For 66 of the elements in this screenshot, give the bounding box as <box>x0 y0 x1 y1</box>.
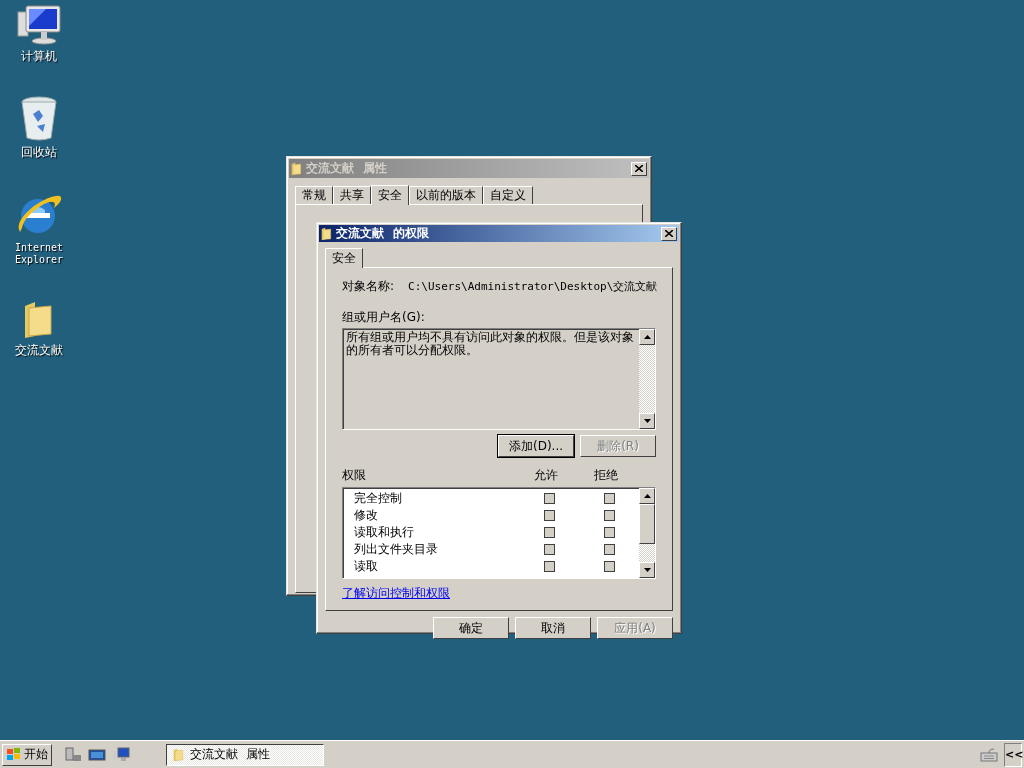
scroll-down-button[interactable] <box>639 562 655 578</box>
start-button[interactable]: 开始 <box>2 743 52 766</box>
window-title: 交流文献 的权限 <box>336 225 430 242</box>
tab[interactable]: 共享 <box>333 186 371 204</box>
desktop-icon-label[interactable]: 回收站 <box>7 146 71 158</box>
desktop-icon-label[interactable]: Internet Explorer <box>7 242 71 266</box>
tab[interactable]: 自定义 <box>483 186 533 204</box>
deny-checkbox[interactable] <box>603 527 615 538</box>
monitor-icon[interactable] <box>88 746 106 763</box>
dialog-button[interactable]: 确定 <box>433 617 509 639</box>
down-arrow-icon <box>643 419 651 423</box>
tab[interactable]: 常规 <box>295 186 333 204</box>
allow-checkbox[interactable] <box>543 527 555 538</box>
permission-name: 列出文件夹目录 <box>354 541 439 558</box>
desktop-icon-label[interactable]: 计算机 <box>7 50 71 62</box>
object-name-label: 对象名称: <box>342 278 395 295</box>
scrollbar[interactable] <box>639 329 655 429</box>
scrollbar[interactable] <box>639 488 655 578</box>
allow-checkbox[interactable] <box>543 510 555 521</box>
taskbar-button[interactable]: 交流文献 属性 <box>166 743 324 766</box>
close-button[interactable] <box>661 226 677 241</box>
window-title: 交流文献 属性 <box>306 160 388 177</box>
permission-name: 完全控制 <box>354 490 403 507</box>
permission-name: 读取和执行 <box>354 524 415 541</box>
folder-icon <box>23 300 55 340</box>
computer-icon[interactable] <box>112 746 130 763</box>
tray-toggle-button[interactable]: << <box>1004 742 1022 767</box>
group-label: 组或用户名(G): <box>342 309 426 326</box>
deny-checkbox[interactable] <box>603 561 615 572</box>
close-button[interactable] <box>631 161 647 176</box>
tab[interactable]: 安全 <box>371 185 409 205</box>
group-button[interactable]: 添加(D)... <box>498 435 574 457</box>
folder-icon <box>173 747 185 762</box>
computer-icon <box>16 4 62 46</box>
scroll-down-button[interactable] <box>639 413 655 429</box>
up-arrow-icon <box>643 494 651 498</box>
close-icon <box>635 165 643 172</box>
tab[interactable]: 以前的版本 <box>409 186 483 204</box>
dialog-button[interactable]: 取消 <box>515 617 591 639</box>
recycle-bin-icon <box>19 96 59 142</box>
deny-checkbox[interactable] <box>603 510 615 521</box>
scroll-thumb[interactable] <box>639 504 655 544</box>
folder-icon <box>321 226 333 241</box>
deny-checkbox[interactable] <box>603 544 615 555</box>
down-arrow-icon <box>643 568 651 572</box>
column-header: 拒绝 <box>594 467 618 484</box>
tab[interactable]: 安全 <box>325 248 363 268</box>
scroll-up-button[interactable] <box>639 329 655 345</box>
column-header: 允许 <box>534 467 558 484</box>
permission-name: 修改 <box>354 507 379 524</box>
deny-checkbox[interactable] <box>603 493 615 504</box>
close-icon <box>665 230 673 237</box>
object-path: C:\Users\Administrator\Desktop\交流文献 <box>408 279 658 294</box>
scroll-up-button[interactable] <box>639 488 655 504</box>
desktop-icon-label[interactable]: 交流文献 <box>7 344 71 356</box>
folder-icon <box>291 161 303 176</box>
permission-name: 读取 <box>354 558 379 575</box>
windows-logo-icon <box>6 747 22 762</box>
group-message: 所有组或用户均不具有访问此对象的权限。但是该对象的所有者可以分配权限。 <box>346 331 635 357</box>
group-list[interactable]: 所有组或用户均不具有访问此对象的权限。但是该对象的所有者可以分配权限。 <box>342 328 656 430</box>
allow-checkbox[interactable] <box>543 561 555 572</box>
permissions-heading: 权限 <box>342 467 367 484</box>
help-link[interactable]: 了解访问控制和权限 <box>342 585 450 602</box>
allow-checkbox[interactable] <box>543 493 555 504</box>
allow-checkbox[interactable] <box>543 544 555 555</box>
up-arrow-icon <box>643 335 651 339</box>
